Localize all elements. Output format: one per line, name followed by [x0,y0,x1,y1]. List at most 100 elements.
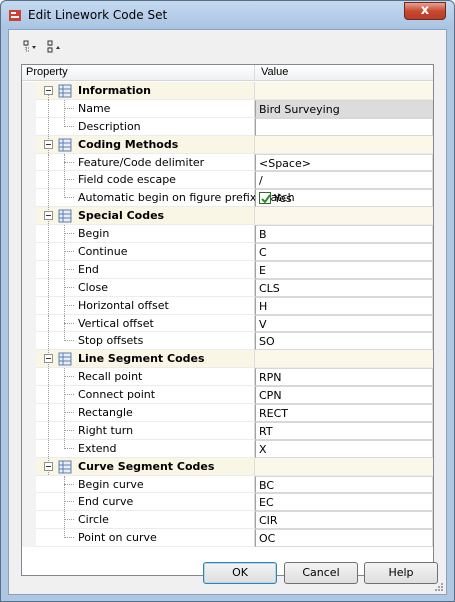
property-row[interactable]: Automatic begin on figure prefix match Ye… [22,189,433,208]
category-label: Coding Methods [78,137,179,151]
help-button[interactable]: Help [364,562,438,584]
property-label-cell: Continue [36,243,255,261]
category-value-cell [255,207,433,226]
property-value: X [259,442,267,456]
property-row[interactable]: Point on curve OC [22,529,433,548]
property-label: Vertical offset [78,316,154,330]
property-value-cell[interactable]: RECT [255,404,433,422]
property-value: BC [259,478,275,492]
property-label-cell: End curve [36,493,255,512]
resize-grip-icon[interactable] [434,582,444,592]
property-row[interactable]: Description [22,117,433,136]
checkbox[interactable] [259,192,271,205]
tree-line [48,332,49,350]
property-row[interactable]: Horizontal offset H [22,296,433,315]
dialog-window: Edit Linework Code Set x Property Value … [0,0,455,602]
property-row[interactable]: Recall point RPN [22,368,433,387]
checkmark-icon [261,194,271,204]
grid-rows: Information Name Bird Surveying Description… [22,82,433,548]
collapse-toggle-icon[interactable] [44,139,53,149]
close-button[interactable]: x [404,2,446,20]
title-bar[interactable]: Edit Linework Code Set x [1,1,454,29]
tree-line [64,107,74,109]
category-row[interactable]: Line Segment Codes [22,350,433,369]
property-value: Yes [274,192,292,206]
category-row[interactable]: Information [22,82,433,100]
property-row[interactable]: Close CLS [22,278,433,297]
collapse-toggle-icon[interactable] [44,211,53,221]
row-gutter [22,135,36,154]
row-gutter [22,189,36,208]
category-value-cell [255,350,433,369]
expand-all-button[interactable] [21,38,41,56]
property-value-cell[interactable]: V [255,314,433,333]
property-value-cell[interactable]: RPN [255,368,433,387]
property-value: E [259,263,266,277]
row-gutter [22,296,36,315]
property-value-cell[interactable]: H [255,296,433,315]
property-label-cell: Rectangle [36,404,255,422]
property-value-cell[interactable]: <Space> [255,153,433,172]
ok-button[interactable]: OK [203,562,277,584]
property-row[interactable]: Continue C [22,243,433,261]
property-value-cell[interactable]: Bird Surveying [255,99,433,118]
tree-line [64,286,74,288]
property-label: End curve [78,495,134,509]
property-row[interactable]: Rectangle RECT [22,404,433,422]
collapse-toggle-icon[interactable] [44,354,53,364]
property-row[interactable]: End curve EC [22,493,433,512]
category-label: Special Codes [78,209,165,223]
header-property[interactable]: Property [22,65,255,81]
property-row[interactable]: Name Bird Surveying [22,99,433,118]
category-cell: Information [36,82,255,100]
property-row[interactable]: Begin B [22,225,433,244]
tree-line [48,404,49,421]
cancel-button[interactable]: Cancel [284,562,358,584]
property-value-cell[interactable]: BC [255,475,433,494]
property-value-cell[interactable]: Yes [255,189,433,208]
property-row[interactable]: Feature/Code delimiter <Space> [22,153,433,172]
property-value-cell[interactable]: CIR [255,511,433,530]
property-row[interactable]: Stop offsets SO [22,332,433,351]
property-row[interactable]: Field code escape / [22,171,433,190]
property-value-cell[interactable]: CLS [255,278,433,297]
property-row[interactable]: Circle CIR [22,511,433,530]
collapse-toggle-icon[interactable] [44,86,53,95]
property-label-cell: Circle [36,511,255,530]
collapse-toggle-icon[interactable] [44,461,53,471]
property-label-cell: Description [36,117,255,136]
property-label-cell: End [36,260,255,279]
property-row[interactable]: Right turn RT [22,421,433,440]
header-value[interactable]: Value [255,65,433,81]
category-row[interactable]: Curve Segment Codes [22,457,433,476]
property-value-cell[interactable]: OC [255,529,433,548]
row-gutter [22,82,36,100]
property-row[interactable]: Begin curve BC [22,475,433,494]
category-icon [58,84,72,98]
tree-line [64,251,74,253]
property-grid[interactable]: Property Value Information Name Bird Surve… [21,64,434,576]
property-row[interactable]: Extend X [22,439,433,458]
property-value-cell[interactable]: E [255,260,433,279]
category-row[interactable]: Special Codes [22,207,433,226]
property-value-cell[interactable]: C [255,243,433,261]
property-value: C [259,246,267,260]
property-row[interactable]: Connect point CPN [22,386,433,405]
property-value-cell[interactable]: EC [255,493,433,512]
property-row[interactable]: Vertical offset V [22,314,433,333]
property-value-cell[interactable]: B [255,225,433,244]
property-value-cell[interactable]: RT [255,421,433,440]
collapse-all-button[interactable] [45,38,65,56]
property-value-cell[interactable]: SO [255,332,433,351]
property-value-cell[interactable]: CPN [255,386,433,405]
property-label: Begin [78,227,110,241]
property-value-cell[interactable]: / [255,171,433,190]
row-gutter [22,278,36,297]
property-value-cell[interactable] [255,117,433,136]
category-row[interactable]: Coding Methods [22,135,433,154]
tree-line [64,394,74,396]
row-gutter [22,153,36,172]
row-gutter [22,117,36,136]
property-value-cell[interactable]: X [255,439,433,458]
property-row[interactable]: End E [22,260,433,279]
